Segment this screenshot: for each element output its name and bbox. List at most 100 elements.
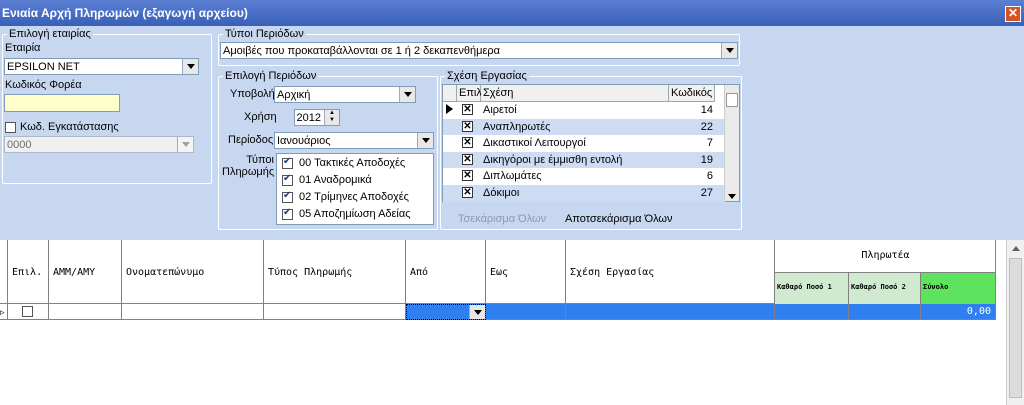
relation-header-name: Σχέση xyxy=(481,85,669,102)
grid-scrollbar[interactable] xyxy=(1006,240,1024,405)
submission-select[interactable]: Αρχική xyxy=(274,86,416,103)
grid-cell-net2[interactable] xyxy=(849,304,921,320)
payment-type-label: 05 Αποζημίωση Αδείας xyxy=(299,208,411,220)
payment-type-label: 01 Αναδρομικά xyxy=(299,174,372,186)
relation-scrollbar[interactable] xyxy=(724,85,739,201)
edit-row-arrow-icon: ▹ xyxy=(0,307,5,317)
grid-header-payable: Πληρωτέα xyxy=(861,250,910,261)
grid-header-name: Ονοματεπώνυμο xyxy=(122,240,264,304)
relation-row[interactable]: ✕ Αναπληρωτές 22 xyxy=(443,118,725,136)
scroll-up-icon[interactable] xyxy=(1012,246,1020,251)
grid-cell-pay-type[interactable] xyxy=(264,304,406,320)
relation-checkbox[interactable]: ✕ xyxy=(462,187,473,198)
relation-name: Δικαστικοί Λειτουργοί xyxy=(483,137,586,150)
submission-label: Υποβολή xyxy=(230,88,275,100)
relation-header-code: Κωδικός xyxy=(669,85,715,102)
payment-type-checkbox[interactable] xyxy=(282,156,293,169)
relation-checkbox[interactable]: ✕ xyxy=(462,137,473,149)
scroll-thumb[interactable] xyxy=(726,93,738,107)
title-bar: Ενιαία Αρχή Πληρωμών (εξαγωγή αρχείου) ✕ xyxy=(0,0,1024,26)
row-checkbox[interactable] xyxy=(22,306,33,317)
relation-row[interactable]: ✕ Δικηγόροι με έμμισθη εντολή 19 xyxy=(443,151,725,169)
company-select[interactable]: EPSILON NET xyxy=(4,58,199,75)
grid-cell-net1[interactable] xyxy=(775,304,849,320)
relation-row[interactable]: ✕ Δόκιμοι 27 xyxy=(443,185,725,202)
check-all-button[interactable]: Τσεκάρισμα Όλων xyxy=(458,213,546,225)
relation-checkbox[interactable]: ✕ xyxy=(462,170,473,182)
company-label: Εταιρία xyxy=(5,42,41,54)
relation-header-select: Επιλ. xyxy=(457,85,485,102)
row-indicator: ▹ xyxy=(0,304,8,320)
scroll-thumb[interactable] xyxy=(1009,258,1022,398)
period-select[interactable]: Ιανουάριος xyxy=(274,132,434,149)
grid-header-net2: Καθαρό Ποσό 2 xyxy=(849,273,921,304)
grid-cell-select[interactable] xyxy=(8,304,49,320)
relation-row[interactable]: ✕ Διπλωμάτες 6 xyxy=(443,168,725,185)
close-button[interactable]: ✕ xyxy=(1005,6,1021,22)
relation-row[interactable]: ✕ Αιρετοί 14 xyxy=(443,102,725,119)
period-select-title: Επιλογή Περιόδων xyxy=(223,70,319,82)
grid-cell-name[interactable] xyxy=(122,304,264,320)
filter-panel: Επιλογή εταιρίας Εταιρία EPSILON NET Κωδ… xyxy=(0,26,1024,240)
payment-types-label: Τύποι Πληρωμής xyxy=(222,154,275,178)
carrier-label: Κωδικός Φορέα xyxy=(5,79,82,91)
payment-type-checkbox[interactable] xyxy=(282,190,293,203)
payment-type-checkbox[interactable] xyxy=(282,173,293,186)
grid-cell-from[interactable] xyxy=(406,304,486,320)
uncheck-all-button[interactable]: Αποτσεκάρισμα Όλων xyxy=(565,213,673,225)
install-checkbox[interactable] xyxy=(5,122,16,133)
company-value: EPSILON NET xyxy=(7,61,80,73)
window-title: Ενιαία Αρχή Πληρωμών (εξαγωγή αρχείου) xyxy=(2,6,248,20)
relation-checkbox[interactable]: ✕ xyxy=(462,104,473,115)
chevron-down-icon[interactable] xyxy=(399,87,415,102)
carrier-input[interactable] xyxy=(4,94,120,112)
install-select[interactable]: 0000 xyxy=(4,136,194,153)
grid-header-pay-type: Τύπος Πληρωμής xyxy=(264,240,406,304)
grid-header-amm: ΑΜΜ/ΑΜΥ xyxy=(49,240,122,304)
relation-code: 22 xyxy=(700,120,713,133)
relation-row[interactable]: ✕ Δικαστικοί Λειτουργοί 7 xyxy=(443,135,725,152)
chevron-down-icon[interactable] xyxy=(182,59,198,74)
row-total-value: 0,00 xyxy=(966,306,991,317)
chevron-down-icon[interactable] xyxy=(469,305,485,319)
chevron-down-icon[interactable] xyxy=(177,137,193,152)
employees-grid: Επιλ. ΑΜΜ/ΑΜΥ Ονοματεπώνυμο Τύπος Πληρωμ… xyxy=(0,240,1024,405)
grid-cell-to[interactable] xyxy=(486,304,566,320)
grid-header-relation: Σχέση Εργασίας xyxy=(566,240,775,304)
payment-type-label: 00 Τακτικές Αποδοχές xyxy=(299,157,406,169)
grid-header-net1: Καθαρό Ποσό 1 xyxy=(775,273,849,304)
grid-cell-relation[interactable] xyxy=(566,304,775,320)
payment-type-label: 02 Τρίμηνες Αποδοχές xyxy=(299,191,409,203)
year-label: Χρήση xyxy=(244,111,277,123)
grid-header-to: Εως xyxy=(486,240,566,304)
relation-checkbox[interactable]: ✕ xyxy=(462,120,473,132)
grid-cell-amm[interactable] xyxy=(49,304,122,320)
row-indicator-header xyxy=(0,240,8,304)
relation-code: 6 xyxy=(706,170,713,183)
relation-checkbox[interactable]: ✕ xyxy=(462,153,473,165)
arrow-glyph xyxy=(474,310,482,315)
grid-cell-total[interactable]: 0,00 xyxy=(921,304,996,320)
submission-value: Αρχική xyxy=(277,89,311,101)
period-value: Ιανουάριος xyxy=(277,135,331,147)
relation-name: Αναπληρωτές xyxy=(483,120,551,133)
row-indicator-header xyxy=(443,85,457,102)
period-types-select[interactable]: Αμοιβές που προκαταβάλλονται σε 1 ή 2 δε… xyxy=(220,42,738,59)
relation-code: 27 xyxy=(700,187,713,199)
relation-code: 7 xyxy=(706,137,713,150)
period-types-value: Αμοιβές που προκαταβάλλονται σε 1 ή 2 δε… xyxy=(223,45,500,57)
year-value: 2012 xyxy=(296,112,321,124)
scroll-down-icon[interactable] xyxy=(728,194,736,199)
grid-header-select: Επιλ. xyxy=(8,240,49,304)
chevron-down-icon[interactable] xyxy=(721,43,737,58)
payment-types-list: 00 Τακτικές Αποδοχές 01 Αναδρομικά 02 Τρ… xyxy=(276,153,434,225)
payment-type-checkbox[interactable] xyxy=(282,207,293,220)
grid-header-from: Από xyxy=(406,240,486,304)
install-value: 0000 xyxy=(7,139,32,151)
spinner-arrows-icon[interactable]: ▲ ▼ xyxy=(324,110,339,125)
relation-grid: Επιλ. Σχέση Κωδικός ✕ Αιρετοί 14 ✕ Αναπλ… xyxy=(442,84,740,202)
year-spinner[interactable]: 2012 ▲ ▼ xyxy=(294,109,340,126)
chevron-down-icon[interactable] xyxy=(417,133,433,148)
grid-header-payable-group: Πληρωτέα Καθαρό Ποσό 1 Καθαρό Ποσό 2 Σύν… xyxy=(775,240,996,304)
relation-code: 19 xyxy=(700,153,713,166)
